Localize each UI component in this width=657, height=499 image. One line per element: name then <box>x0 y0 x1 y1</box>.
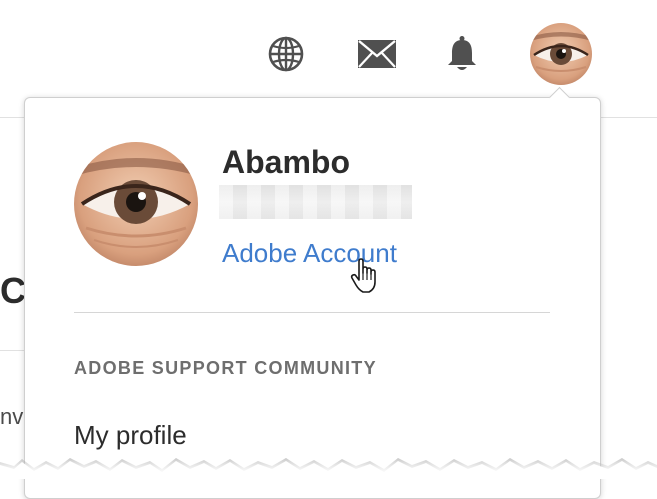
hand-cursor-icon <box>350 258 376 293</box>
language-button[interactable] <box>262 30 310 78</box>
user-avatar-button[interactable] <box>530 23 592 85</box>
bell-icon <box>448 36 476 70</box>
avatar-image <box>74 142 198 266</box>
community-section-heading: ADOBE SUPPORT COMMUNITY <box>74 358 377 378</box>
notifications-button[interactable] <box>438 30 486 78</box>
background-heading-fragment: C <box>0 270 24 311</box>
background-text-fragment: nve <box>0 404 24 429</box>
user-name: Abambo <box>222 144 350 180</box>
mail-icon <box>358 40 396 68</box>
menu-divider <box>74 312 550 313</box>
globe-icon <box>268 36 304 72</box>
redacted-email <box>219 185 412 219</box>
messages-button[interactable] <box>353 30 401 78</box>
background-divider <box>0 350 24 351</box>
avatar <box>530 23 592 85</box>
profile-avatar <box>74 142 198 266</box>
menu-item-my-profile[interactable]: My profile <box>74 420 187 451</box>
